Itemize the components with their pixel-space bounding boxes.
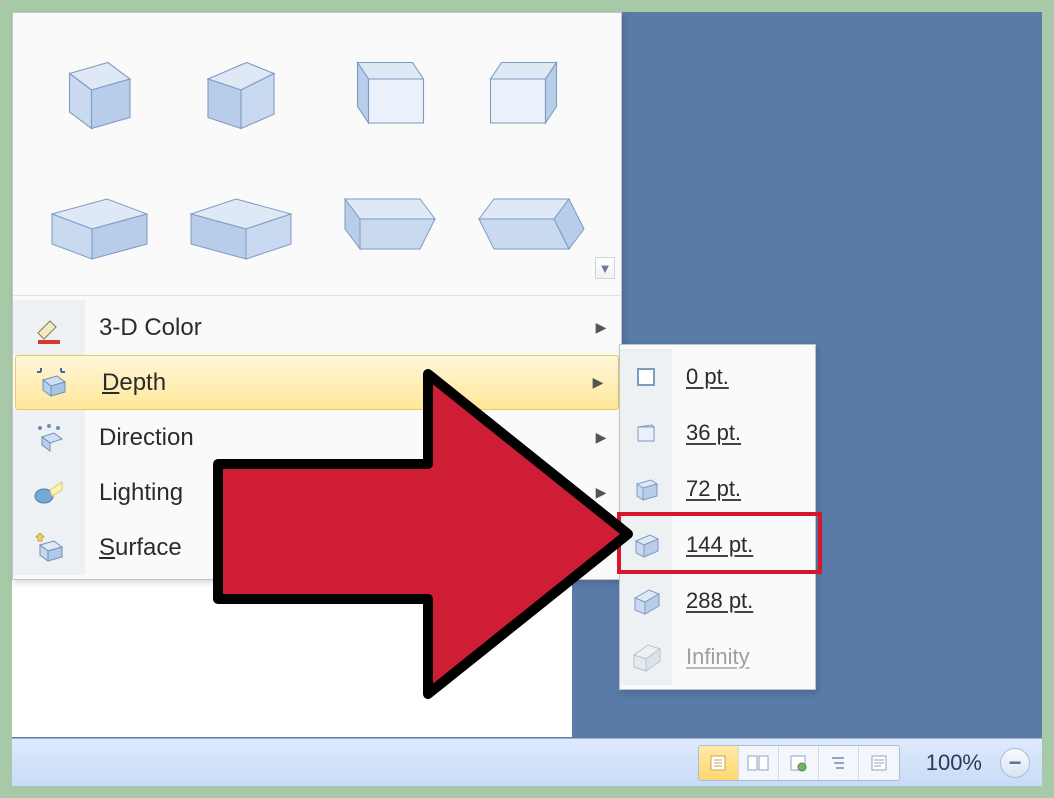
depth-option-72pt[interactable]: 72 pt. xyxy=(620,461,815,517)
3d-effects-popup: ▼ 3-D Color ▶ Depth ▶ Direction xyxy=(12,12,622,580)
view-web-layout[interactable] xyxy=(779,746,819,780)
3d-preset-option[interactable] xyxy=(27,25,167,155)
3d-preset-option[interactable] xyxy=(315,159,455,289)
depth-option-0pt[interactable]: 0 pt. xyxy=(620,349,815,405)
menu-3d-color[interactable]: 3-D Color ▶ xyxy=(13,300,621,355)
menu-label: Lighting xyxy=(85,479,581,507)
fill-color-icon xyxy=(13,300,85,355)
depth-cube-icon xyxy=(620,461,672,517)
submenu-arrow-icon: ▶ xyxy=(581,484,621,501)
direction-icon xyxy=(13,410,85,465)
depth-option-label: Infinity xyxy=(672,644,815,670)
depth-icon xyxy=(16,356,88,409)
menu-label: Depth xyxy=(88,369,578,397)
depth-option-label: 288 pt. xyxy=(672,588,815,614)
menu-label: Surface xyxy=(85,534,581,562)
menu-label: 3-D Color xyxy=(85,314,581,342)
view-full-screen-reading[interactable] xyxy=(739,746,779,780)
menu-surface[interactable]: Surface ▶ xyxy=(13,520,621,575)
surface-icon xyxy=(13,520,85,575)
depth-option-288pt[interactable]: 288 pt. xyxy=(620,573,815,629)
depth-option-36pt[interactable]: 36 pt. xyxy=(620,405,815,461)
3d-preset-option[interactable] xyxy=(171,159,311,289)
view-print-layout[interactable] xyxy=(699,746,739,780)
submenu-arrow-icon: ▶ xyxy=(581,319,621,336)
depth-option-144pt[interactable]: 144 pt. xyxy=(620,517,815,573)
view-outline[interactable] xyxy=(819,746,859,780)
3d-menu-list: 3-D Color ▶ Depth ▶ Direction ▶ xyxy=(13,295,621,579)
view-mode-buttons xyxy=(698,745,900,781)
depth-option-label: 72 pt. xyxy=(672,476,815,502)
menu-direction[interactable]: Direction ▶ xyxy=(13,410,621,465)
app-canvas: ▼ 3-D Color ▶ Depth ▶ Direction xyxy=(12,12,1042,786)
submenu-arrow-icon: ▶ xyxy=(581,429,621,446)
zoom-level[interactable]: 100% xyxy=(926,750,982,776)
menu-depth[interactable]: Depth ▶ xyxy=(15,355,619,410)
3d-preset-option[interactable] xyxy=(459,159,599,289)
depth-cube-icon xyxy=(620,629,672,685)
depth-option-label: 144 pt. xyxy=(672,532,815,558)
depth-cube-icon xyxy=(620,517,672,573)
gallery-scroll-down[interactable]: ▼ xyxy=(595,257,615,279)
depth-submenu: 0 pt. 36 pt. 72 pt. 144 pt. 288 pt. Infinity xyxy=(619,344,816,690)
3d-preset-option[interactable] xyxy=(315,25,455,155)
lighting-icon xyxy=(13,465,85,520)
depth-cube-icon xyxy=(620,349,672,405)
view-draft[interactable] xyxy=(859,746,899,780)
depth-option-infinity[interactable]: Infinity xyxy=(620,629,815,685)
3d-preset-grid xyxy=(13,13,621,295)
depth-cube-icon xyxy=(620,573,672,629)
depth-cube-icon xyxy=(620,405,672,461)
depth-option-label: 0 pt. xyxy=(672,364,815,390)
depth-option-label: 36 pt. xyxy=(672,420,815,446)
menu-lighting[interactable]: Lighting ▶ xyxy=(13,465,621,520)
submenu-arrow-icon: ▶ xyxy=(581,539,621,556)
submenu-arrow-icon: ▶ xyxy=(578,374,618,391)
status-bar: 100% − xyxy=(12,738,1042,786)
menu-label: Direction xyxy=(85,424,581,452)
3d-preset-option[interactable] xyxy=(27,159,167,289)
zoom-out-button[interactable]: − xyxy=(1000,748,1030,778)
3d-preset-option[interactable] xyxy=(459,25,599,155)
3d-preset-option[interactable] xyxy=(171,25,311,155)
